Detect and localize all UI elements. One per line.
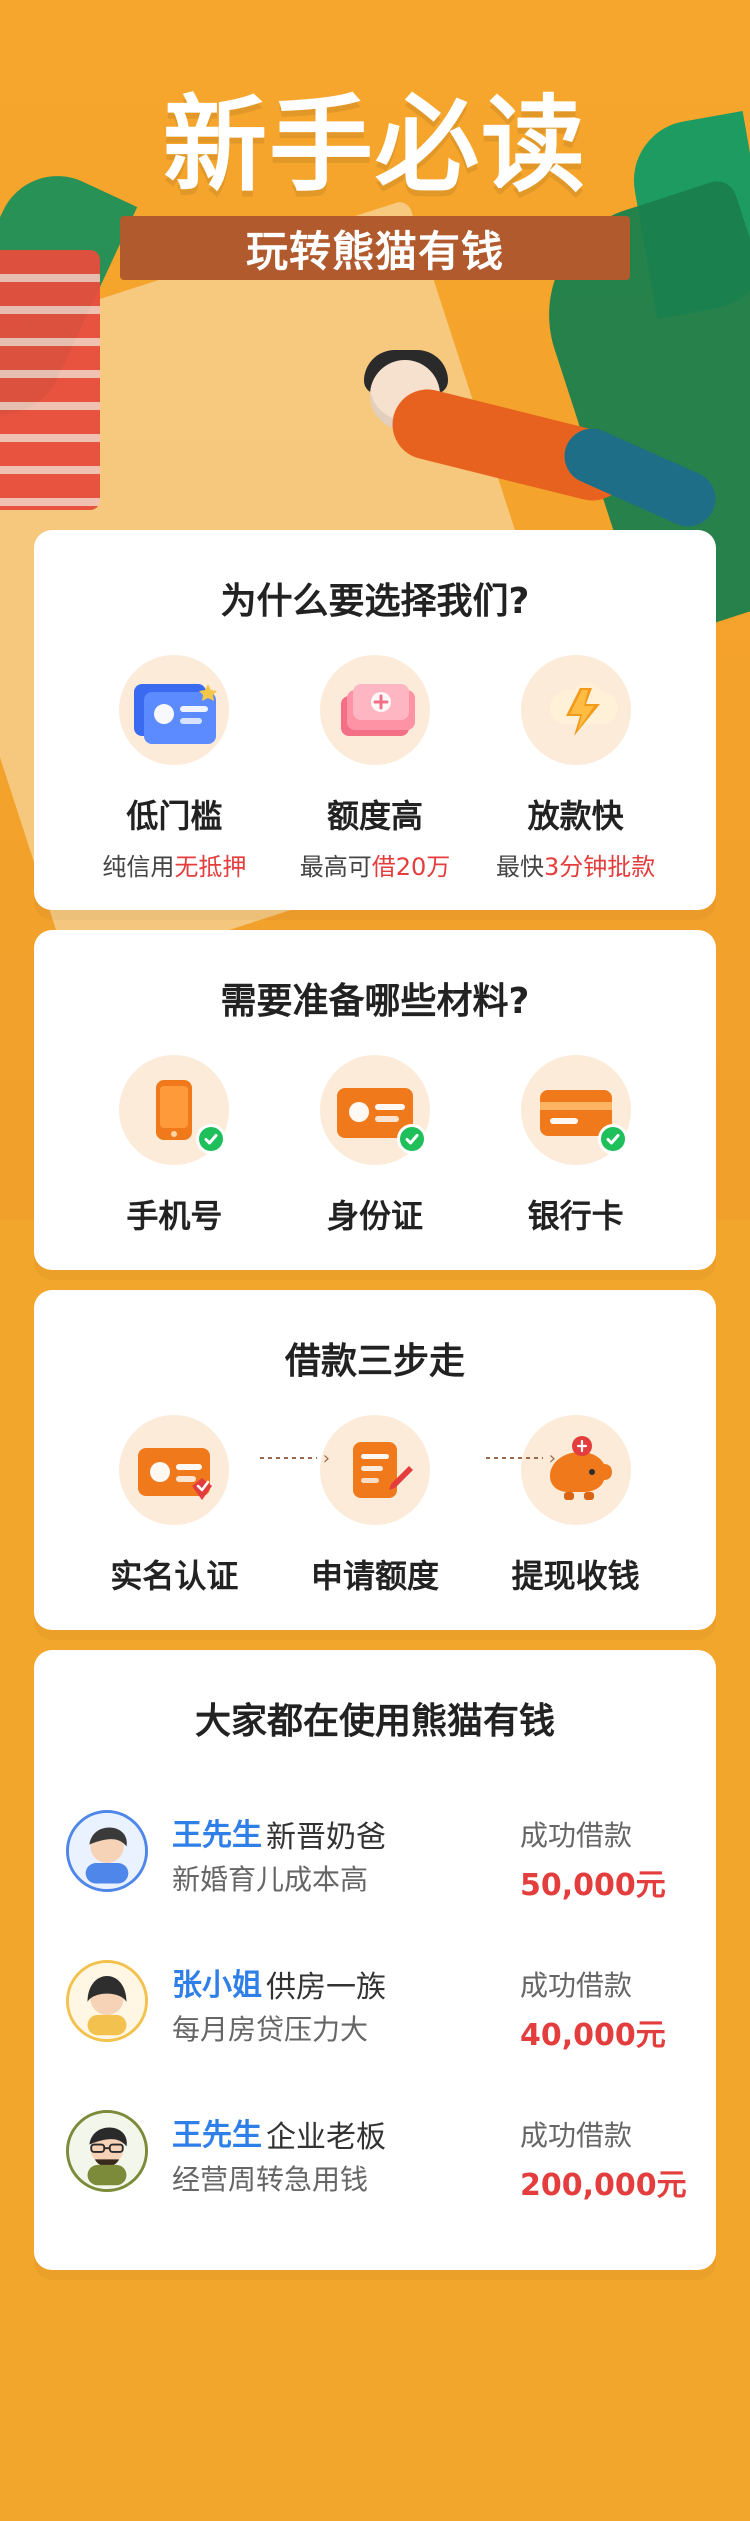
material-icon-bubble [520, 1055, 631, 1165]
feature-desc: 最高可借20万 [275, 847, 475, 882]
material-bank-card: 银行卡 [476, 1055, 676, 1237]
verified-id-icon [128, 1434, 220, 1506]
check-icon [597, 1124, 628, 1154]
user-row: 王先生 新晋奶爸 新婚育儿成本高 成功借款 50,000元 [34, 1800, 716, 1950]
piggy-bank-icon [530, 1434, 622, 1506]
feature-label: 低门槛 [126, 797, 223, 835]
step-icon-bubble [119, 1415, 230, 1525]
step-arrow-2: › [486, 1447, 556, 1469]
material-label: 身份证 [326, 1197, 423, 1235]
user-name: 王先生 [172, 1818, 262, 1853]
steps-grid: 实名认证 申请额度 提现收钱 [34, 1415, 716, 1597]
feature-fast-payout: 放款快 最快3分钟批款 [476, 655, 676, 882]
loan-label: 成功借款 [520, 1969, 633, 2002]
loan-amount: 40,000元 [520, 2018, 666, 2053]
page-title: 新手必读 [162, 84, 587, 206]
user-tag: 新晋奶爸 [266, 1820, 386, 1855]
steps-title: 借款三步走 [284, 1341, 465, 1382]
chevron-right-icon: › [548, 1447, 556, 1469]
users-list: 王先生 新晋奶爸 新婚育儿成本高 成功借款 50,000元 张小姐 供房一族 每… [34, 1800, 716, 2250]
material-id-card: 身份证 [275, 1055, 475, 1237]
edit-document-icon [329, 1434, 421, 1506]
user-note: 新婚育儿成本高 [172, 1863, 369, 1896]
feature-icon-bubble [520, 655, 631, 765]
dots-divider [486, 1457, 543, 1459]
step-arrow-1: › [260, 1447, 330, 1469]
feature-desc: 纯信用无抵押 [74, 847, 274, 882]
id-card-icon [128, 674, 220, 746]
steps-card: 借款三步走 实名认证 申请额度 提现收钱 › › [34, 1290, 716, 1630]
why-us-grid: 低门槛 纯信用无抵押 额度高 最高可借20万 放款快 最快3分钟批款 [34, 655, 716, 882]
material-icon-bubble [119, 1055, 230, 1165]
users-card: 大家都在使用熊猫有钱 王先生 新晋奶爸 新婚育儿成本高 成功借款 50,000元 [34, 1650, 716, 2270]
user-note: 每月房贷压力大 [172, 2013, 369, 2046]
step-label: 实名认证 [110, 1557, 239, 1595]
user-note: 经营周转急用钱 [172, 2163, 369, 2196]
step-real-name: 实名认证 [74, 1415, 274, 1597]
loan-amount: 200,000元 [520, 2168, 687, 2203]
materials-card: 需要准备哪些材料? 手机号 身份证 银行卡 [34, 930, 716, 1270]
feature-desc-prefix: 最高可 [299, 853, 372, 881]
user-tag: 供房一族 [266, 1970, 386, 2005]
step-label: 提现收钱 [511, 1557, 640, 1595]
why-us-card: 为什么要选择我们? 低门槛 纯信用无抵押 额度高 最高可借20万 放款快 最快3… [34, 530, 716, 910]
businessman-avatar-icon [69, 2113, 145, 2189]
feature-high-limit: 额度高 最高可借20万 [275, 655, 475, 882]
bank-card-icon [530, 1074, 628, 1154]
dots-divider [260, 1457, 317, 1459]
step-icon-bubble [319, 1415, 430, 1525]
material-icon-bubble [319, 1055, 430, 1165]
man-avatar-icon [69, 1813, 145, 1889]
avatar [66, 1960, 148, 2042]
check-icon [196, 1124, 227, 1154]
material-label: 手机号 [126, 1197, 223, 1235]
chevron-right-icon: › [322, 1447, 330, 1469]
avatar [66, 1810, 148, 1892]
user-name: 王先生 [172, 2118, 262, 2153]
feature-desc-highlight: 3分钟批款 [544, 853, 656, 881]
material-phone: 手机号 [74, 1055, 274, 1237]
user-name: 张小姐 [172, 1968, 262, 2003]
feature-icon-bubble [319, 655, 430, 765]
materials-grid: 手机号 身份证 银行卡 [34, 1055, 716, 1237]
users-title: 大家都在使用熊猫有钱 [194, 1701, 555, 1742]
materials-title: 需要准备哪些材料? [220, 981, 530, 1022]
why-us-title: 为什么要选择我们? [220, 581, 530, 622]
id-card-icon [329, 1074, 427, 1154]
user-row: 王先生 企业老板 经营周转急用钱 成功借款 200,000元 [34, 2100, 716, 2250]
person-illustration [300, 350, 725, 550]
lightning-icon [530, 674, 622, 746]
money-stack-icon [329, 674, 421, 746]
feature-low-threshold: 低门槛 纯信用无抵押 [74, 655, 274, 882]
feature-desc-highlight: 无抵押 [174, 853, 247, 881]
loan-label: 成功借款 [520, 1819, 633, 1852]
loan-amount: 50,000元 [520, 1868, 666, 1903]
money-stack [0, 250, 100, 510]
feature-desc-highlight: 借20万 [371, 853, 451, 881]
material-label: 银行卡 [527, 1197, 624, 1235]
person-legs [555, 419, 725, 536]
woman-avatar-icon [69, 1963, 145, 2039]
feature-desc-prefix: 纯信用 [102, 853, 175, 881]
loan-label: 成功借款 [520, 2119, 633, 2152]
step-withdraw: 提现收钱 [476, 1415, 676, 1597]
feature-label: 放款快 [527, 797, 624, 835]
feature-desc-prefix: 最快 [496, 853, 544, 881]
phone-icon [128, 1074, 227, 1154]
user-row: 张小姐 供房一族 每月房贷压力大 成功借款 40,000元 [34, 1950, 716, 2100]
avatar [66, 2110, 148, 2192]
check-icon [396, 1124, 427, 1154]
step-icon-bubble [520, 1415, 631, 1525]
feature-icon-bubble [119, 655, 230, 765]
user-tag: 企业老板 [266, 2120, 386, 2155]
step-label: 申请额度 [310, 1557, 439, 1595]
page-subtitle: 玩转熊猫有钱 [120, 216, 630, 280]
step-apply-limit: 申请额度 [275, 1415, 475, 1597]
feature-desc: 最快3分钟批款 [476, 847, 676, 882]
feature-label: 额度高 [326, 797, 423, 835]
